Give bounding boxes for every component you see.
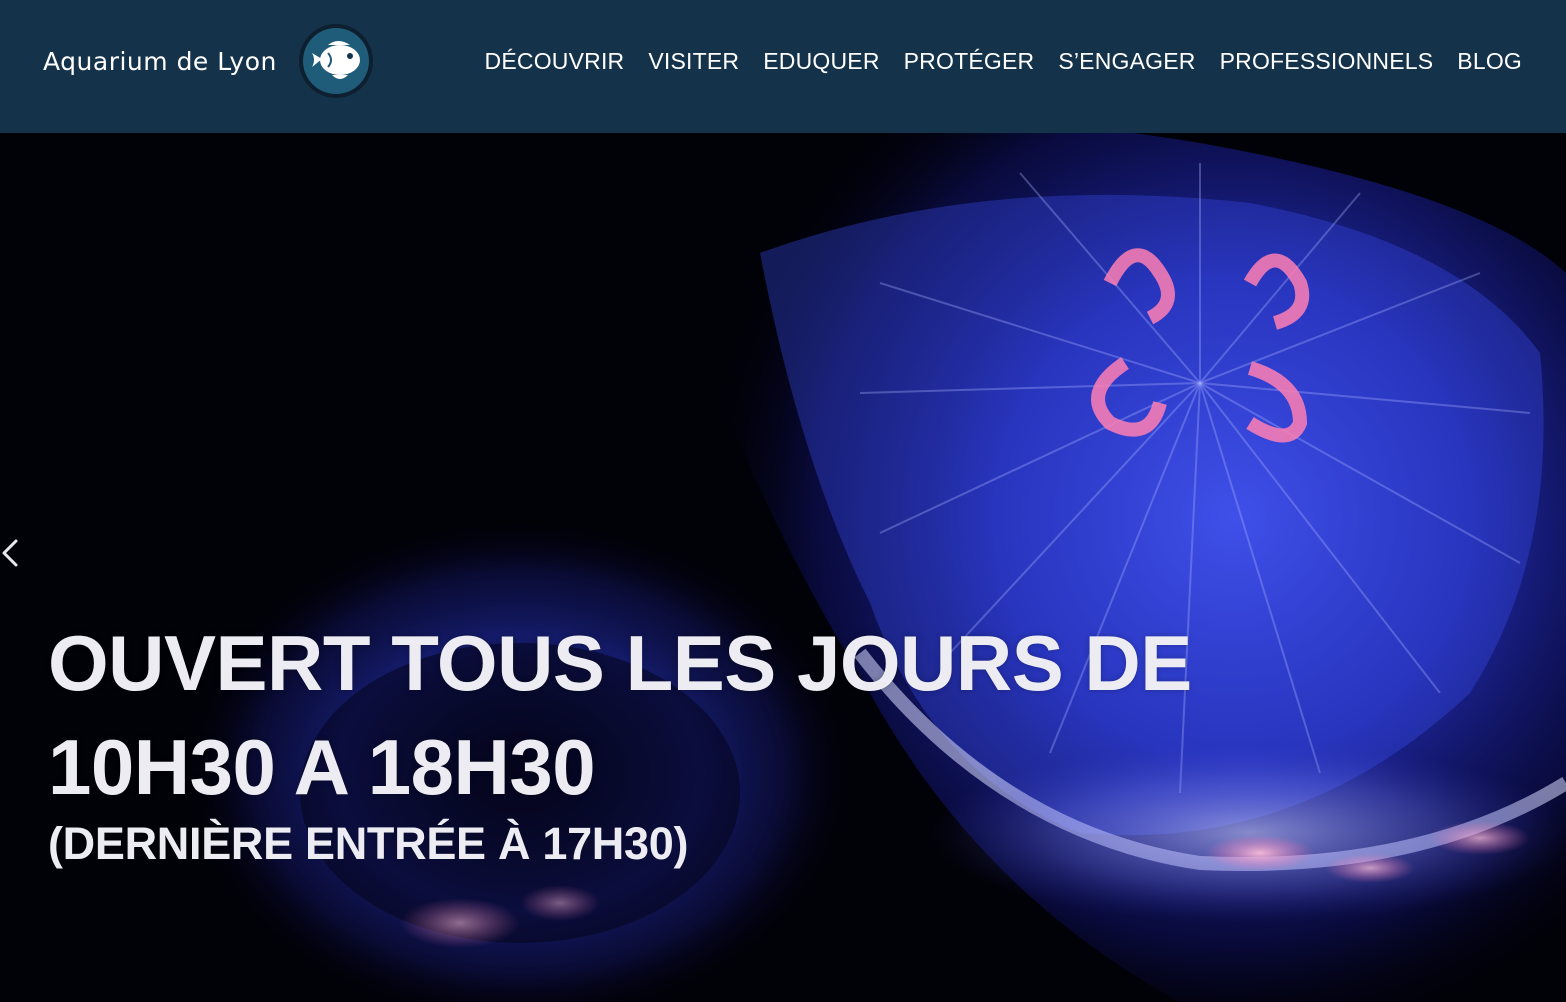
jellyfish-background-image [0,133,1566,1002]
site-header: Aquarium de Lyon DÉCOUVRIR VISITER EDUQU… [0,0,1566,133]
chevron-left-icon[interactable] [0,533,28,573]
hero-title-line2: 10H30 A 18H30 [48,723,596,811]
nav-eduquer[interactable]: EDUQUER [763,48,879,74]
nav-visiter[interactable]: VISITER [648,48,739,74]
main-nav: DÉCOUVRIR VISITER EDUQUER PROTÉGER S’ENG… [485,0,1522,122]
brand-link[interactable]: Aquarium de Lyon [43,0,374,122]
nav-professionnels[interactable]: PROFESSIONNELS [1220,48,1434,74]
hero-subtitle: (DERNIÈRE ENTRÉE À 17H30) [48,818,689,869]
nav-blog[interactable]: BLOG [1457,48,1522,74]
brand-name: Aquarium de Lyon [43,46,277,76]
fish-logo-icon [298,24,373,98]
nav-sengager[interactable]: S’ENGAGER [1058,48,1195,74]
hero-caption: OUVERT TOUS LES JOURS DE 10H30 A 18H30 (… [48,611,1348,869]
nav-proteger[interactable]: PROTÉGER [904,48,1035,74]
hero-slider: OUVERT TOUS LES JOURS DE 10H30 A 18H30 (… [0,133,1566,1002]
nav-decouvrir[interactable]: DÉCOUVRIR [485,48,625,74]
hero-title-line1: OUVERT TOUS LES JOURS DE [48,619,1192,707]
